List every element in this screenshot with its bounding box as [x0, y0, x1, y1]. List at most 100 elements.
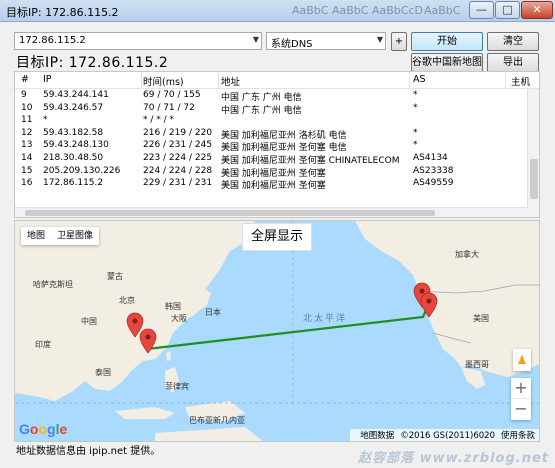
- column-header-host[interactable]: 主机: [511, 74, 530, 88]
- map-attribution: 地图数据 ©2016 GS(2011)6020 使用条款: [350, 429, 539, 441]
- map-label: 哈萨克斯坦: [33, 280, 73, 289]
- target-input[interactable]: 172.86.115.2 ▼: [14, 32, 262, 50]
- horizontal-scrollbar[interactable]: [15, 207, 529, 217]
- cell-num: 14: [21, 152, 33, 163]
- export-button[interactable]: 导出: [487, 53, 539, 72]
- title-bar: 目标IP: 172.86.115.2 AaBbC AaBbC AaBbCcD A…: [0, 0, 555, 22]
- column-header-as[interactable]: AS: [413, 74, 426, 85]
- cell-ip: 205.209.130.226: [43, 165, 121, 176]
- zoom-in-button[interactable]: +: [511, 378, 531, 399]
- vertical-scrollbar[interactable]: [527, 89, 539, 217]
- cell-as: *: [413, 127, 418, 138]
- route-map[interactable]: 哈萨克斯坦 蒙古 中国 日本 大阪 韩国 菲律宾 泰国 印度 北京 巴布亚新几内…: [14, 220, 540, 442]
- map-label: 巴布亚新几内亚: [189, 416, 245, 425]
- cell-ip: 218.30.48.50: [43, 152, 104, 163]
- column-header-ip[interactable]: IP: [43, 74, 52, 85]
- table-body: 9 59.43.244.141 69 / 70 / 155 中国 广东 广州 电信 * 1…: [15, 90, 529, 191]
- table-row[interactable]: 11 * * / * / *: [15, 115, 529, 128]
- map-label: 日本: [205, 308, 221, 317]
- cell-time: 216 / 219 / 220: [143, 127, 213, 138]
- cell-ip: 59.43.182.58: [43, 127, 104, 138]
- cell-num: 15: [21, 165, 33, 176]
- table-header: # IP 时间(ms) 地址 AS 主机: [15, 72, 539, 89]
- cell-num: 10: [21, 102, 33, 113]
- cell-location: 中国 广东 广州 电信: [221, 93, 302, 103]
- cell-num: 16: [21, 178, 33, 189]
- cell-ip: *: [43, 115, 48, 126]
- cell-time: 224 / 224 / 228: [143, 165, 213, 176]
- map-label: 印度: [35, 340, 51, 349]
- close-button[interactable]: ✕: [521, 1, 553, 19]
- column-header-num[interactable]: #: [21, 74, 29, 85]
- map-label: 加拿大: [455, 250, 479, 259]
- map-label: 北京: [119, 296, 135, 305]
- cell-time: * / * / *: [143, 115, 175, 126]
- map-type-satellite[interactable]: 卫星图像: [51, 227, 99, 245]
- column-header-location[interactable]: 地址: [221, 74, 240, 88]
- map-label: 蒙古: [107, 272, 123, 281]
- map-label: 泰国: [95, 368, 111, 377]
- chevron-down-icon[interactable]: ▼: [253, 35, 259, 44]
- cell-as: *: [413, 90, 418, 100]
- cell-ip: 59.43.244.141: [43, 90, 109, 100]
- map-label: 美国: [473, 314, 489, 323]
- map-type-control: 地图 卫星图像: [21, 227, 100, 245]
- cell-ip: 59.43.246.57: [43, 102, 104, 113]
- background-text: AaBbC: [292, 4, 329, 17]
- minimize-button[interactable]: —: [469, 1, 494, 19]
- table-row[interactable]: 10 59.43.246.57 70 / 71 / 72 中国 广东 广州 电信 *: [15, 103, 529, 116]
- table-row[interactable]: 14 218.30.48.50 223 / 224 / 225 美国 加利福尼亚州 圣…: [15, 153, 529, 166]
- cell-num: 13: [21, 140, 33, 151]
- add-button[interactable]: +: [391, 32, 407, 51]
- table-row[interactable]: 16 172.86.115.2 229 / 231 / 231 美国 加利福尼亚州 圣…: [15, 178, 529, 191]
- cell-num: 9: [21, 90, 27, 100]
- dns-select-value: 系统DNS: [271, 39, 313, 50]
- attribution-copyright: ©2016 GS(2011)6020: [400, 431, 495, 441]
- map-label: 菲律宾: [165, 382, 189, 391]
- map-label: 中国: [81, 317, 97, 326]
- maximize-button[interactable]: □: [495, 1, 520, 19]
- map-label: 韩国: [165, 302, 181, 311]
- pegman-icon[interactable]: ♟: [513, 349, 531, 371]
- dns-select[interactable]: 系统DNS ▼: [266, 32, 386, 50]
- cell-as: AS23338: [413, 165, 454, 176]
- data-source-note: 地址数据信息由 ipip.net 提供。: [16, 446, 161, 457]
- attribution-data[interactable]: 地图数据: [360, 431, 394, 441]
- table-row[interactable]: 15 205.209.130.226 224 / 224 / 228 美国 加利福尼亚…: [15, 166, 529, 179]
- terms-link[interactable]: 使用条款: [501, 431, 535, 441]
- cell-as: *: [413, 102, 418, 113]
- cell-as: AS4134: [413, 152, 448, 163]
- map-label: 墨西哥: [465, 360, 489, 369]
- table-row[interactable]: 12 59.43.182.58 216 / 219 / 220 美国 加利福尼亚州 洛…: [15, 128, 529, 141]
- map-label: 大阪: [171, 314, 187, 323]
- cell-ip: 172.86.115.2: [43, 178, 104, 189]
- cell-as: AS49559: [413, 178, 454, 189]
- cell-time: 70 / 71 / 72: [143, 102, 195, 113]
- ocean-label: 北太平洋: [303, 314, 348, 324]
- column-header-time[interactable]: 时间(ms): [143, 74, 184, 88]
- target-input-value: 172.86.115.2: [19, 35, 86, 46]
- cell-time: 69 / 70 / 155: [143, 90, 201, 100]
- google-logo[interactable]: Google: [19, 421, 67, 437]
- main-window: 172.86.115.2 ▼ 系统DNS ▼ + 开始 清空 谷歌中国新地图 导…: [0, 22, 555, 468]
- cell-num: 12: [21, 127, 33, 138]
- table-row[interactable]: 9 59.43.244.141 69 / 70 / 155 中国 广东 广州 电信 *: [15, 90, 529, 103]
- zoom-out-button[interactable]: −: [511, 399, 531, 420]
- background-text: AaBbC: [332, 4, 369, 17]
- chevron-down-icon[interactable]: ▼: [377, 35, 383, 44]
- cell-location: 美国 加利福尼亚州 洛杉矶 电信: [221, 130, 347, 141]
- cell-num: 11: [21, 115, 33, 126]
- google-map-button[interactable]: 谷歌中国新地图: [411, 53, 483, 72]
- background-text: AaBbC: [424, 4, 461, 17]
- window-title: 目标IP: 172.86.115.2: [6, 6, 119, 19]
- table-row[interactable]: 13 59.43.248.130 226 / 231 / 245 美国 加利福尼亚州 …: [15, 140, 529, 153]
- map-type-map[interactable]: 地图: [21, 227, 51, 245]
- trace-table: # IP 时间(ms) 地址 AS 主机 9 59.43.244.141 69 / …: [14, 71, 540, 218]
- cell-location: 美国 加利福尼亚州 圣何塞 CHINATELECOM: [221, 155, 400, 166]
- watermark: 赵容部落 www.zrblog.net: [358, 451, 549, 466]
- cell-as: *: [413, 140, 418, 151]
- start-button[interactable]: 开始: [411, 32, 483, 51]
- zoom-control: + −: [511, 378, 531, 420]
- fullscreen-button[interactable]: 全屏显示: [242, 223, 312, 251]
- clear-button[interactable]: 清空: [487, 32, 539, 51]
